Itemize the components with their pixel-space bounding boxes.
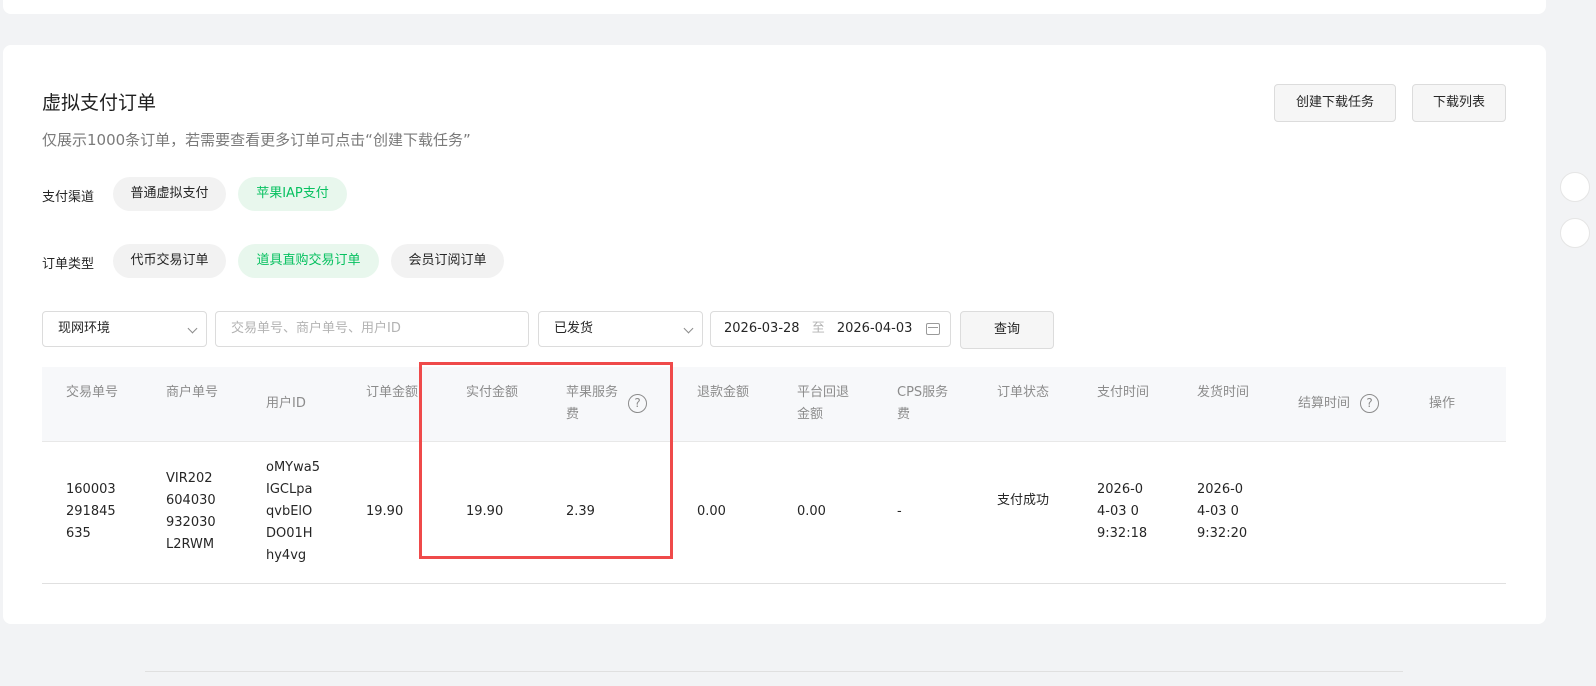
order-type-label: 订单类型	[42, 257, 95, 272]
env-select-value: 现网环境	[58, 321, 111, 336]
col-status: 订单状态	[997, 385, 1050, 400]
env-select[interactable]: 现网环境	[42, 311, 207, 347]
top-card	[3, 0, 1546, 14]
floating-avatar[interactable]	[1560, 218, 1590, 248]
settle-time-help-icon[interactable]: ?	[1360, 393, 1379, 413]
col-trade-no: 交易单号	[66, 385, 119, 400]
cell-pay-time: 2026-04-03 09:32:18	[1097, 482, 1148, 541]
calendar-icon	[926, 323, 940, 335]
status-select-value: 已发货	[554, 321, 594, 336]
order-card: 虚拟支付订单 仅展示1000条订单，若需要查看更多订单可点击“创建下载任务” 创…	[3, 45, 1546, 624]
type-subscription-pill[interactable]: 会员订阅订单	[391, 244, 504, 278]
col-order-amount: 订单金额	[366, 385, 419, 400]
date-start: 2026-03-28	[724, 321, 800, 336]
col-platform-refund: 平台回退金额	[797, 385, 850, 422]
col-settle-time: 结算时间	[1298, 396, 1351, 411]
type-item-pill[interactable]: 道具直购交易订单	[238, 244, 379, 278]
date-range-picker[interactable]: 2026-03-28 至 2026-04-03	[710, 311, 951, 347]
chevron-down-icon	[683, 323, 694, 334]
query-button[interactable]: 查询	[960, 311, 1054, 349]
page-subtitle: 仅展示1000条订单，若需要查看更多订单可点击“创建下载任务”	[42, 131, 471, 149]
download-list-button[interactable]: 下载列表	[1412, 84, 1506, 122]
cell-ship-time: 2026-04-03 09:32:20	[1197, 482, 1248, 541]
page-title: 虚拟支付订单	[42, 92, 157, 114]
cell-user-id: oMYwa5IGCLpaqvbElODO01Hhy4vg	[266, 460, 320, 563]
col-cps-fee: CPS服务费	[897, 385, 949, 422]
create-download-task-button[interactable]: 创建下载任务	[1274, 84, 1396, 122]
table-header: 交易单号 商户单号 用户ID 订单金额 实付金额 苹果服务费 ? 退款金额 平台…	[42, 367, 1506, 442]
status-select[interactable]: 已发货	[538, 311, 703, 347]
channel-label: 支付渠道	[42, 190, 95, 205]
col-pay-time: 支付时间	[1097, 385, 1150, 400]
cell-trade-no: 160003291845635	[66, 482, 116, 541]
cell-status: 支付成功	[997, 493, 1050, 508]
col-merchant-no: 商户单号	[166, 385, 219, 400]
cell-platform-refund: 0.00	[797, 504, 826, 519]
col-action: 操作	[1429, 396, 1456, 411]
col-ship-time: 发货时间	[1197, 385, 1250, 400]
channel-normal-pill[interactable]: 普通虚拟支付	[113, 177, 226, 211]
channel-iap-pill[interactable]: 苹果IAP支付	[238, 177, 347, 211]
cell-order-amount: 19.90	[366, 504, 404, 519]
col-refund-amount: 退款金额	[697, 385, 750, 400]
highlight-box	[419, 362, 673, 559]
date-end: 2026-04-03	[836, 321, 913, 336]
date-separator: 至	[811, 321, 825, 336]
col-user-id: 用户ID	[266, 396, 306, 411]
keyword-placeholder: 交易单号、商户单号、用户ID	[231, 321, 401, 336]
type-token-pill[interactable]: 代币交易订单	[113, 244, 226, 278]
keyword-search-input[interactable]: 交易单号、商户单号、用户ID	[215, 311, 529, 347]
divider	[145, 671, 1403, 672]
table-row: 160003291845635 VIR202604030932030L2RWM …	[42, 442, 1506, 584]
chevron-down-icon	[187, 323, 198, 334]
cell-cps-fee: -	[897, 504, 902, 519]
cell-refund-amount: 0.00	[697, 504, 726, 519]
floating-button[interactable]	[1560, 172, 1590, 202]
cell-merchant-no: VIR202604030932030L2RWM	[166, 471, 216, 552]
